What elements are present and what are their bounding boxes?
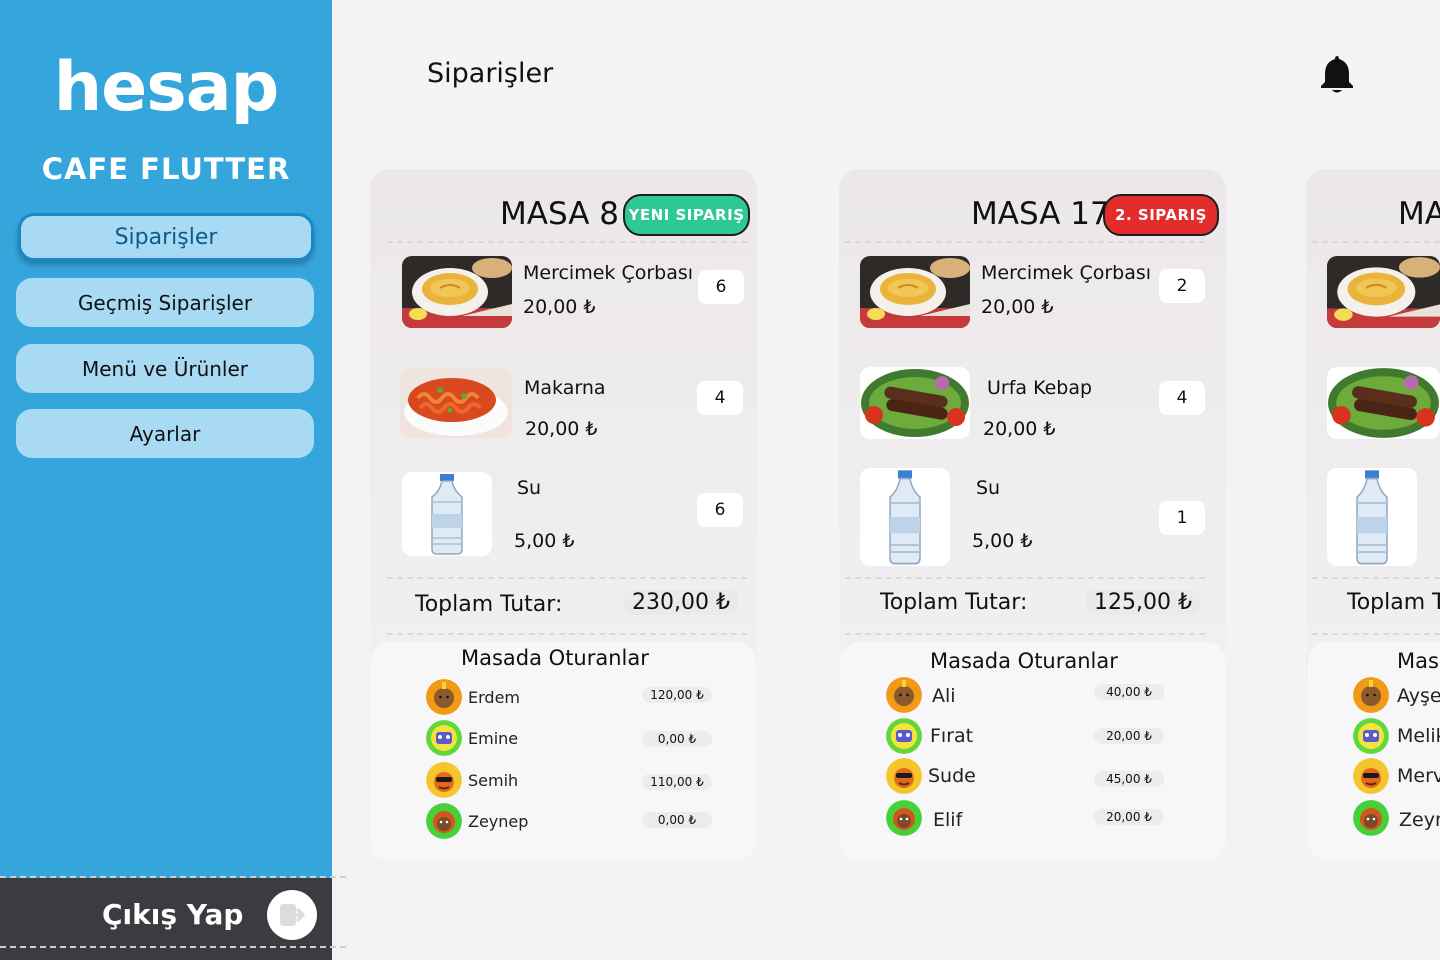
- avatar: [1353, 800, 1389, 836]
- item-name: Su: [976, 477, 1001, 499]
- divider: [1312, 633, 1440, 635]
- nav-ayarlar[interactable]: Ayarlar: [16, 409, 314, 458]
- nav-gecmis-siparisler[interactable]: Geçmiş Siparişler: [16, 278, 314, 327]
- item-name: Mercimek Çorbası: [523, 262, 694, 284]
- guest-name: Fırat: [930, 725, 974, 747]
- guest-name: Melik: [1397, 725, 1440, 747]
- item-price: 5,00 ₺: [972, 530, 1033, 552]
- item-name: Mercimek Çorbası: [981, 262, 1152, 284]
- logout-icon: [280, 904, 305, 926]
- guest-name: Sude: [928, 765, 976, 787]
- water-bottle-image: [1327, 468, 1417, 566]
- divider: [845, 577, 1205, 579]
- quantity-badge: 4: [1159, 381, 1205, 415]
- soup-image: [402, 256, 512, 328]
- guest-name: Merv: [1397, 765, 1440, 787]
- item-name: Makarna: [524, 377, 606, 399]
- avatar: [426, 762, 462, 798]
- card-title: MASA 17: [971, 196, 1110, 232]
- item-name: Urfa Kebap: [987, 377, 1093, 399]
- guests-title: Mas: [1397, 649, 1439, 673]
- divider: [0, 876, 346, 878]
- quantity-badge: 1: [1159, 501, 1205, 535]
- divider: [845, 241, 1205, 243]
- kebab-image: [1327, 367, 1440, 439]
- item-price: 20,00 ₺: [525, 418, 598, 440]
- water-bottle-image: [402, 472, 492, 556]
- guests-title: Masada Oturanlar: [461, 646, 649, 670]
- divider: [1312, 241, 1440, 243]
- avatar: [886, 800, 922, 836]
- nav-menu-ve-urunler[interactable]: Menü ve Ürünler: [16, 344, 314, 393]
- guest-amount: 110,00 ₺: [642, 774, 712, 790]
- guest-name: Ayşe: [1397, 685, 1440, 707]
- avatar: [426, 720, 462, 756]
- pasta-image: [400, 368, 512, 438]
- guest-amount: 0,00 ₺: [642, 812, 712, 828]
- quantity-badge: 4: [697, 381, 743, 415]
- quantity-badge: 6: [697, 493, 743, 527]
- card-title: MASA 8: [500, 196, 619, 232]
- quantity-badge: 2: [1159, 269, 1205, 303]
- nav-siparisler[interactable]: Siparişler: [18, 213, 314, 261]
- page-header: Siparişler: [370, 34, 1400, 112]
- quantity-badge: 6: [698, 270, 744, 304]
- total-label: Toplam Tutar:: [880, 590, 1028, 615]
- guest-amount: 20,00 ₺: [1094, 809, 1164, 825]
- divider: [387, 633, 747, 635]
- total-amount: 125,00 ₺: [1086, 590, 1200, 615]
- item-price: 5,00 ₺: [514, 530, 575, 552]
- page-title: Siparişler: [427, 58, 554, 89]
- new-order-badge: YENI SIPARIŞ: [623, 194, 750, 236]
- guest-name: Ali: [932, 685, 956, 707]
- guest-name: Erdem: [468, 688, 520, 707]
- avatar: [1353, 758, 1389, 794]
- divider: [845, 633, 1205, 635]
- guest-name: Elif: [933, 809, 963, 831]
- guest-name: Semih: [468, 771, 519, 790]
- avatar: [1353, 718, 1389, 754]
- second-order-badge: 2. SIPARIŞ: [1103, 194, 1219, 236]
- guest-amount: 20,00 ₺: [1094, 728, 1164, 744]
- logout-label[interactable]: Çıkış Yap: [102, 898, 243, 931]
- guest-name: Zeyn: [1399, 809, 1440, 831]
- item-name: Su: [517, 477, 542, 499]
- item-price: 20,00 ₺: [983, 418, 1056, 440]
- total-label: Toplam T: [1347, 590, 1440, 615]
- app-logo: hesap: [53, 48, 280, 127]
- divider: [387, 241, 747, 243]
- avatar: [886, 677, 922, 713]
- guest-amount: 40,00 ₺: [1094, 684, 1164, 700]
- item-price: 20,00 ₺: [981, 296, 1054, 318]
- water-bottle-image: [860, 468, 950, 566]
- avatar: [426, 679, 462, 715]
- soup-image: [1327, 256, 1440, 328]
- guest-amount: 45,00 ₺: [1094, 771, 1164, 787]
- divider: [1312, 577, 1440, 579]
- avatar: [1353, 677, 1389, 713]
- guest-name: Emine: [468, 729, 519, 748]
- bell-icon[interactable]: [1319, 53, 1355, 93]
- guest-name: Zeynep: [468, 812, 529, 831]
- logout-button[interactable]: [267, 890, 317, 940]
- total-amount: 230,00 ₺: [624, 590, 738, 615]
- guest-amount: 120,00 ₺: [642, 687, 712, 703]
- card-title: MA: [1398, 196, 1440, 232]
- avatar: [886, 718, 922, 754]
- kebab-image: [860, 367, 970, 439]
- guests-title: Masada Oturanlar: [930, 649, 1118, 673]
- cafe-name: CAFE FLUTTER: [41, 152, 291, 186]
- divider: [0, 946, 346, 948]
- sidebar: hesap CAFE FLUTTER Siparişler Geçmiş Sip…: [0, 0, 332, 960]
- avatar: [886, 758, 922, 794]
- avatar: [426, 803, 462, 839]
- guest-amount: 0,00 ₺: [642, 731, 712, 747]
- soup-image: [860, 256, 970, 328]
- divider: [387, 577, 747, 579]
- item-price: 20,00 ₺: [523, 296, 596, 318]
- total-label: Toplam Tutar:: [415, 592, 563, 617]
